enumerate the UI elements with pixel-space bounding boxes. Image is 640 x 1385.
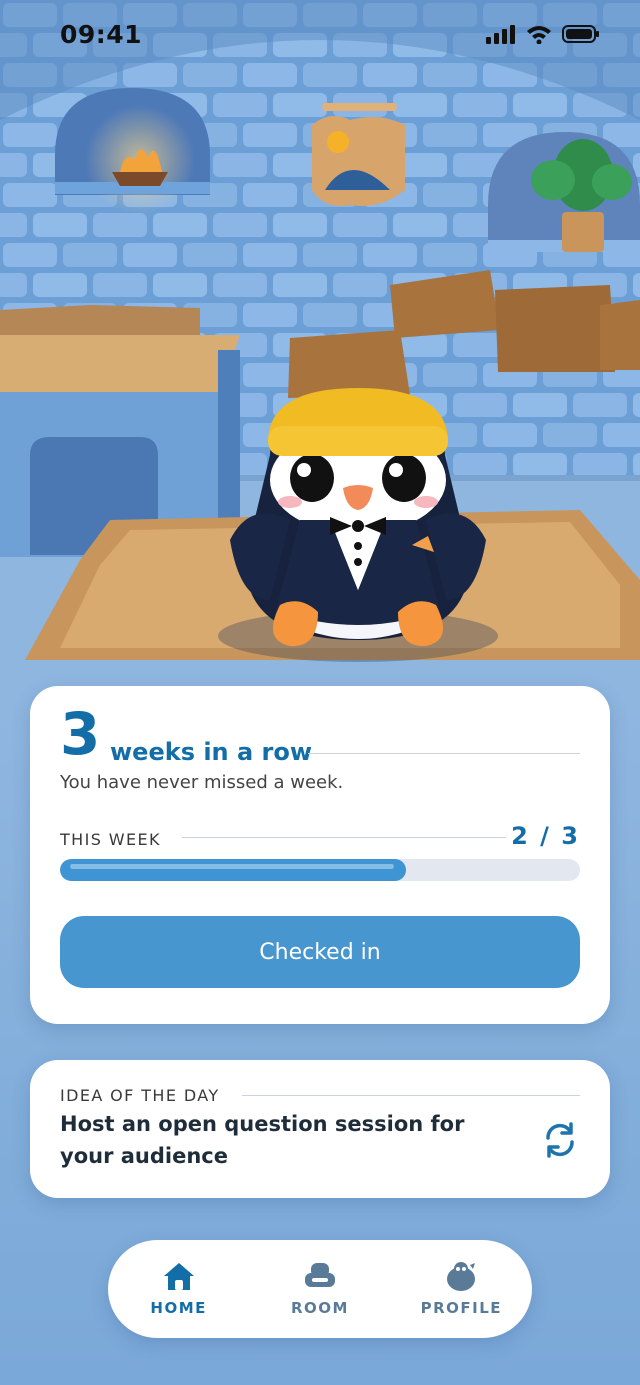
streak-card: 3 weeks in a row You have never missed a… (30, 686, 610, 1024)
refresh-icon[interactable] (540, 1120, 580, 1160)
battery-icon (562, 25, 599, 43)
week-progress-fill (60, 859, 407, 881)
week-progress-bar (60, 859, 580, 881)
this-week-count: 2 / 3 (511, 822, 580, 850)
checked-in-button[interactable]: Checked in (60, 916, 580, 988)
nav-room-label: ROOM (290, 1299, 349, 1317)
wifi-icon (527, 26, 551, 44)
nav-room[interactable]: ROOM (265, 1261, 375, 1317)
divider (242, 1095, 580, 1096)
nav-profile-label: PROFILE (420, 1299, 503, 1317)
nav-home-label: HOME (150, 1299, 207, 1317)
idea-text: Host an open question session for your a… (60, 1112, 465, 1168)
status-time: 09:41 (60, 20, 143, 49)
idea-label: IDEA OF THE DAY (60, 1086, 220, 1105)
igloo-room-scene (0, 0, 640, 690)
divider (308, 753, 580, 754)
streak-label: weeks in a row (110, 738, 313, 766)
nav-profile[interactable]: PROFILE (406, 1261, 516, 1317)
armchair-icon (304, 1263, 335, 1287)
status-icons (486, 24, 600, 44)
streak-count: 3 (60, 700, 101, 768)
bottom-nav: HOME ROOM PROFILE (108, 1240, 532, 1338)
status-bar: 09:41 (0, 0, 640, 70)
signal-icon (486, 25, 515, 44)
divider (182, 837, 506, 838)
home-icon (163, 1263, 194, 1290)
penguin-icon (447, 1262, 476, 1291)
nav-home[interactable]: HOME (124, 1261, 234, 1317)
idea-card: IDEA OF THE DAY Host an open question se… (30, 1060, 610, 1198)
this-week-label: THIS WEEK (60, 830, 161, 849)
streak-subtitle: You have never missed a week. (60, 772, 344, 793)
